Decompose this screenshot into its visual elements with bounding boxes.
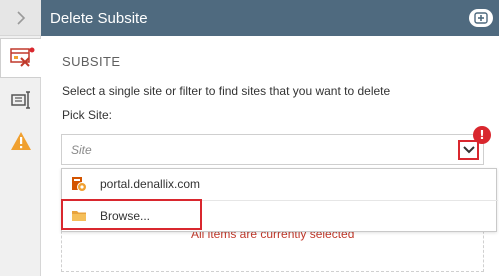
collapse-button[interactable] xyxy=(0,0,41,36)
dropdown-toggle-button[interactable] xyxy=(458,140,479,160)
warning-icon xyxy=(10,132,31,150)
chevron-down-icon xyxy=(462,146,475,154)
site-select[interactable]: Site xyxy=(61,134,484,165)
rail-properties-button[interactable] xyxy=(0,80,41,120)
left-rail xyxy=(0,0,42,276)
site-icon xyxy=(72,177,87,192)
main-content: SUBSITE Select a single site or filter t… xyxy=(41,36,499,276)
error-badge-icon: ! xyxy=(473,126,491,144)
pick-site-label: Pick Site: xyxy=(62,108,113,122)
add-icon xyxy=(474,12,488,24)
page-title: Delete Subsite xyxy=(50,9,148,27)
dropdown-item-portal[interactable]: portal.denallix.com xyxy=(62,169,498,199)
text-edit-icon xyxy=(10,91,30,109)
section-title: SUBSITE xyxy=(62,54,121,69)
header-bar: Delete Subsite xyxy=(41,0,499,36)
chevron-right-icon xyxy=(16,10,25,25)
site-placeholder: Site xyxy=(71,143,92,157)
dropdown-item-label: portal.denallix.com xyxy=(100,177,201,191)
delete-subsite-icon xyxy=(9,47,34,67)
rail-delete-subsite-button[interactable] xyxy=(0,38,42,78)
browse-highlight xyxy=(61,199,202,230)
rail-warning-button[interactable] xyxy=(0,121,41,161)
description-text: Select a single site or filter to find s… xyxy=(62,84,391,98)
header-action-button[interactable] xyxy=(469,9,493,27)
